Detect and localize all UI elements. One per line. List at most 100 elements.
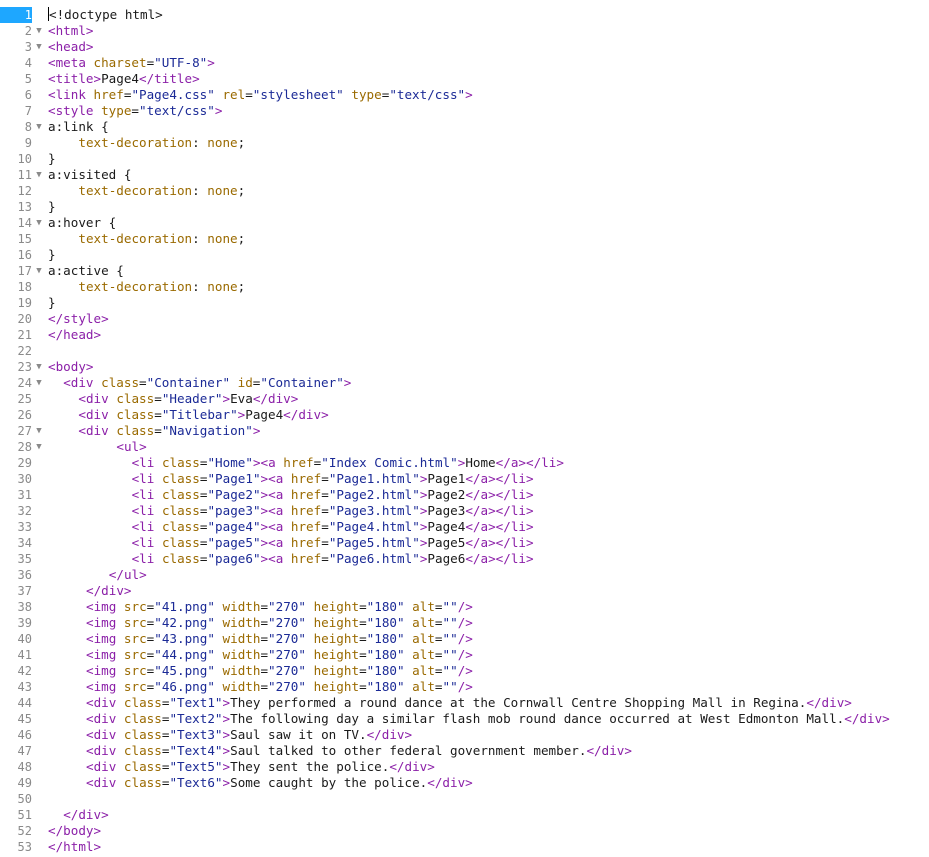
fold-triangle-icon[interactable]: ▼ <box>33 39 45 55</box>
code-line[interactable]: 14 ▼ a:hover { <box>0 215 929 231</box>
code-token: <img <box>86 663 124 678</box>
code-line[interactable]: 20 </style> <box>0 311 929 327</box>
code-token: "text/css" <box>139 103 215 118</box>
code-line[interactable]: 9 text-decoration: none; <box>0 135 929 151</box>
code-line[interactable]: 17 ▼ a:active { <box>0 263 929 279</box>
fold-triangle-icon[interactable]: ▼ <box>33 423 45 439</box>
code-line[interactable]: 35 <li class="page6"><a href="Page6.html"… <box>0 551 929 567</box>
fold-triangle-icon[interactable]: ▼ <box>33 263 45 279</box>
code-line[interactable]: 52 </body> <box>0 823 929 839</box>
code-token: > <box>207 55 215 70</box>
code-token: class <box>161 535 200 550</box>
fold-triangle-icon[interactable]: ▼ <box>33 215 45 231</box>
code-token: class <box>161 487 200 502</box>
code-line[interactable]: 31 <li class="Page2"><a href="Page2.html"… <box>0 487 929 503</box>
code-line[interactable]: 33 <li class="page4"><a href="Page4.html"… <box>0 519 929 535</box>
code-line[interactable]: 46 <div class="Text3">Saul saw it on TV.<… <box>0 727 929 743</box>
code-line[interactable]: 21 </head> <box>0 327 929 343</box>
code-line[interactable]: 45 <div class="Text2">The following day a… <box>0 711 929 727</box>
code-line[interactable]: 28 ▼ <ul> <box>0 439 929 455</box>
code-line[interactable]: 23 ▼ <body> <box>0 359 929 375</box>
code-line[interactable]: 34 <li class="page5"><a href="Page5.html"… <box>0 535 929 551</box>
code-line[interactable]: 3 ▼ <head> <box>0 39 929 55</box>
code-token: Saul talked to other federal government … <box>230 743 587 758</box>
line-number: 30 <box>17 472 32 486</box>
code-line[interactable]: 10} <box>0 151 929 167</box>
code-line[interactable]: 15 text-decoration: none; <box>0 231 929 247</box>
code-line[interactable]: 36 </ul> <box>0 567 929 583</box>
code-line[interactable]: 11 ▼ a:visited { <box>0 167 929 183</box>
code-token: none <box>207 183 238 198</box>
fold-triangle-icon[interactable]: ▼ <box>33 119 45 135</box>
code-line[interactable]: 32 <li class="page3"><a href="Page3.html"… <box>0 503 929 519</box>
code-line[interactable]: 18 text-decoration: none; <box>0 279 929 295</box>
code-token: a:link { <box>48 119 109 134</box>
code-editor[interactable]: 1 <!doctype html> 2 ▼ <html> 3 ▼ <head> 4 <meta c… <box>0 7 929 855</box>
code-line[interactable]: 37 </div> <box>0 583 929 599</box>
code-line[interactable]: 29 <li class="Home"><a href="Index Comic.… <box>0 455 929 471</box>
code-line[interactable]: 12 text-decoration: none; <box>0 183 929 199</box>
code-line[interactable]: 26 <div class="Titlebar">Page4</div> <box>0 407 929 423</box>
code-text: <img src="44.png" width="270" height="18… <box>86 647 473 663</box>
code-line[interactable]: 27 ▼ <div class="Navigation"> <box>0 423 929 439</box>
code-line[interactable]: 49 <div class="Text6">Some caught by the … <box>0 775 929 791</box>
code-token: height <box>313 599 360 614</box>
code-line[interactable]: 41 <img src="44.png" width="270" height="… <box>0 647 929 663</box>
code-text: <html> <box>48 23 94 39</box>
code-token: class <box>123 759 162 774</box>
code-token: "" <box>442 599 458 614</box>
code-line[interactable]: 5 <title>Page4</title> <box>0 71 929 87</box>
code-line[interactable]: 39 <img src="42.png" width="270" height="… <box>0 615 929 631</box>
fold-triangle-icon[interactable]: ▼ <box>33 439 45 455</box>
code-line[interactable]: 51 </div> <box>0 807 929 823</box>
code-line[interactable]: 8 ▼ a:link { <box>0 119 929 135</box>
code-text: a:visited { <box>48 167 131 183</box>
line-number: 8 <box>24 120 32 134</box>
code-line[interactable]: 40 <img src="43.png" width="270" height="… <box>0 631 929 647</box>
code-token: <li <box>131 471 162 486</box>
code-token: <div <box>86 775 124 790</box>
fold-triangle-icon[interactable]: ▼ <box>33 167 45 183</box>
code-token: alt <box>412 599 435 614</box>
code-token: "" <box>442 615 458 630</box>
code-line[interactable]: 53 </html> <box>0 839 929 855</box>
code-token: "270" <box>268 663 306 678</box>
code-line[interactable]: 22 <box>0 343 929 359</box>
line-number: 53 <box>17 840 32 854</box>
code-token: alt <box>412 663 435 678</box>
code-line[interactable]: 38 <img src="41.png" width="270" height="… <box>0 599 929 615</box>
line-number: 35 <box>17 552 32 566</box>
code-line[interactable]: 42 <img src="45.png" width="270" height="… <box>0 663 929 679</box>
code-line[interactable]: 30 <li class="Page1"><a href="Page1.html"… <box>0 471 929 487</box>
code-line[interactable]: 44 <div class="Text1">They performed a ro… <box>0 695 929 711</box>
code-token: The following day a similar flash mob ro… <box>230 711 845 726</box>
code-line[interactable]: 50 <box>0 791 929 807</box>
code-token: "Text2" <box>169 711 223 726</box>
code-line[interactable]: 16} <box>0 247 929 263</box>
code-line[interactable]: 24 ▼ <div class="Container" id="Container"… <box>0 375 929 391</box>
line-number: 40 <box>17 632 32 646</box>
code-line[interactable]: 43 <img src="46.png" width="270" height="… <box>0 679 929 695</box>
code-line[interactable]: 1 <!doctype html> <box>0 7 929 23</box>
code-line[interactable]: 7 <style type="text/css"> <box>0 103 929 119</box>
fold-triangle-icon[interactable]: ▼ <box>33 359 45 375</box>
code-token: "180" <box>366 663 405 678</box>
code-token: "180" <box>366 631 405 646</box>
code-line[interactable]: 13} <box>0 199 929 215</box>
code-line[interactable]: 2 ▼ <html> <box>0 23 929 39</box>
fold-triangle-icon[interactable]: ▼ <box>33 375 45 391</box>
code-line[interactable]: 19} <box>0 295 929 311</box>
code-line[interactable]: 47 <div class="Text4">Saul talked to othe… <box>0 743 929 759</box>
fold-triangle-icon[interactable]: ▼ <box>33 23 45 39</box>
code-token: = <box>139 375 147 390</box>
code-line[interactable]: 4 <meta charset="UTF-8"> <box>0 55 929 71</box>
code-token: class <box>123 743 162 758</box>
code-line[interactable]: 48 <div class="Text5">They sent the polic… <box>0 759 929 775</box>
code-line[interactable]: 25 <div class="Header">Eva</div> <box>0 391 929 407</box>
code-token: <div <box>78 391 117 406</box>
code-token: "Text1" <box>169 695 223 710</box>
code-text: <body> <box>48 359 94 375</box>
code-token: Saul saw it on TV. <box>230 727 367 742</box>
code-line[interactable]: 6 <link href="Page4.css" rel="stylesheet"… <box>0 87 929 103</box>
